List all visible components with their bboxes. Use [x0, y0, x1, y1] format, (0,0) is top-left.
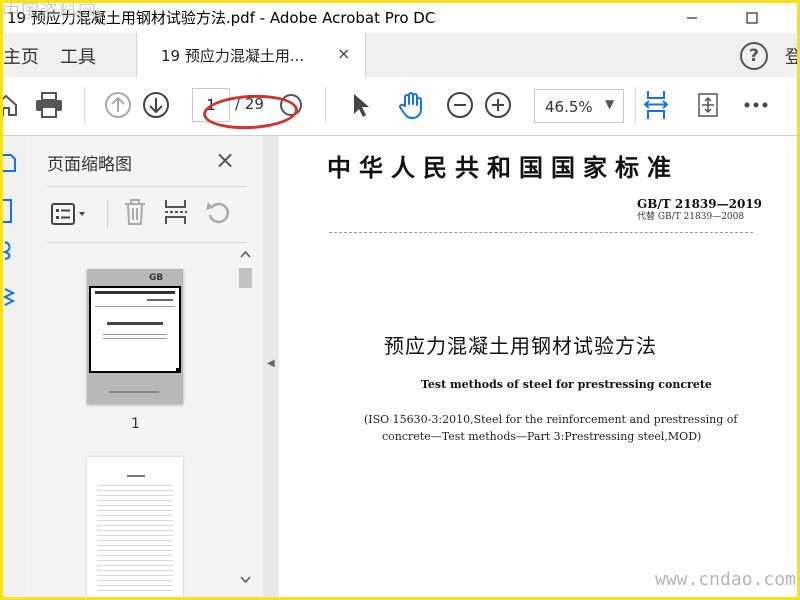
scroll-down-icon[interactable]: [240, 576, 251, 584]
document-title-cn: 预应力混凝土用钢材试验方法: [384, 334, 657, 358]
toolbar-divider: [325, 87, 326, 123]
thumb-text-line: [147, 299, 173, 301]
page-thumbnails-panel: 页面缩略图 × GB 1: [25, 136, 263, 597]
document-tab[interactable]: 19 预应力混凝土用... ×: [136, 33, 366, 77]
close-tab-button[interactable]: ×: [337, 44, 350, 63]
layers-icon[interactable]: [3, 286, 17, 308]
minimize-icon: [687, 17, 697, 19]
document-view[interactable]: 中华人民共和国国家标准 GB/T 21839—2019 代替 GB/T 2183…: [279, 136, 797, 597]
tab-bar: 主页 工具 19 预应力混凝土用... × ? 登: [3, 33, 800, 78]
thumbnail-scrollbar[interactable]: [236, 244, 255, 597]
panel-collapse-handle[interactable]: ◀: [263, 136, 279, 597]
chevron-down-icon: ▼: [605, 97, 615, 111]
page-thumbnail-2[interactable]: [87, 457, 183, 597]
scrollbar-thumb[interactable]: [239, 268, 252, 288]
sign-in-button[interactable]: 登: [785, 43, 800, 69]
toolbar-divider: [84, 87, 85, 123]
thumb-text-line: [103, 334, 167, 335]
collapse-arrow-icon: ◀: [267, 358, 275, 369]
minus-circle-icon: [447, 92, 473, 118]
minimize-button[interactable]: [669, 3, 715, 33]
rotate-icon[interactable]: [205, 198, 233, 226]
thumb-text-line: [103, 338, 167, 339]
menu-tools[interactable]: 工具: [60, 43, 96, 69]
document-tab-label: 19 预应力混凝土用...: [161, 47, 305, 65]
standard-header: 中华人民共和国国家标准: [327, 153, 679, 182]
insert-pages-icon[interactable]: [163, 198, 189, 226]
hand-tool-button[interactable]: [396, 90, 426, 120]
title-bar: 19 预应力混凝土用钢材试验方法.pdf - Adobe Acrobat Pro…: [3, 3, 797, 33]
cursor-arrow-icon: [354, 94, 369, 117]
watermark-bottom: www.cndao.com: [655, 569, 796, 590]
thumb-text-line: [127, 475, 145, 477]
thumb-text-line: [107, 322, 163, 325]
close-panel-button[interactable]: ×: [215, 146, 235, 174]
maximize-button[interactable]: [729, 3, 775, 33]
page-thumbnails-icon[interactable]: [3, 152, 17, 174]
arrow-down-circle-icon: [143, 92, 169, 118]
thumbnail-page-number: 1: [131, 416, 140, 432]
scroll-up-icon[interactable]: [240, 250, 251, 258]
select-tool-button[interactable]: [346, 90, 376, 120]
zoom-value: 46.5%: [545, 98, 593, 116]
previous-page-button[interactable]: [103, 90, 133, 120]
thumb-text-line: [109, 391, 159, 393]
arrow-up-circle-icon: [105, 92, 131, 118]
bookmark-icon[interactable]: [3, 198, 15, 224]
plus-circle-icon: [485, 92, 511, 118]
more-icon: [744, 102, 768, 108]
menu-home[interactable]: 主页: [3, 43, 39, 69]
iso-reference-line-2: concrete—Test methods—Part 3:Prestressin…: [382, 430, 702, 443]
hand-icon: [399, 92, 422, 119]
thumb-text-line: [95, 291, 175, 294]
fit-width-button[interactable]: [641, 90, 671, 120]
panel-divider: [107, 200, 108, 228]
more-tools-button[interactable]: [741, 90, 771, 120]
help-button[interactable]: ?: [740, 42, 768, 70]
iso-reference-line-1: (ISO 15630-3:2010,Steel for the reinforc…: [364, 413, 738, 426]
thumb-toc-lines: [97, 485, 173, 595]
thumb-text-line: [95, 306, 175, 307]
scroll-mode-button[interactable]: [693, 90, 723, 120]
print-button[interactable]: [34, 90, 64, 120]
options-menu-icon[interactable]: [51, 202, 89, 226]
fit-width-icon: [643, 91, 669, 119]
header-rule: [329, 232, 753, 233]
home-icon: [0, 94, 17, 116]
panel-divider: [47, 186, 247, 187]
maximize-icon: [746, 12, 758, 24]
zoom-out-button[interactable]: [445, 90, 475, 120]
zoom-select[interactable]: 46.5% ▼: [534, 89, 624, 123]
toolbar-divider: [635, 87, 636, 123]
home-button[interactable]: [0, 90, 21, 120]
page-thumbnail-1[interactable]: GB: [87, 269, 183, 404]
document-title-en: Test methods of steel for prestressing c…: [421, 378, 712, 391]
zoom-in-button[interactable]: [483, 90, 513, 120]
main-toolbar: 1 / 29 46.5% ▼: [0, 77, 797, 136]
watermark-top: 中国资料网: [2, 2, 97, 23]
next-page-button[interactable]: [141, 90, 171, 120]
page-arrows-icon: [698, 93, 718, 117]
panel-title: 页面缩略图: [47, 155, 132, 175]
navigation-strip: [3, 136, 26, 597]
gb-logo: GB: [149, 273, 164, 283]
printer-icon: [36, 92, 62, 118]
attachment-icon[interactable]: [3, 240, 15, 260]
panel-divider: [47, 242, 247, 243]
thumbnail-list[interactable]: GB 1: [25, 244, 235, 597]
trash-icon[interactable]: [123, 198, 147, 226]
standard-replaces: 代替 GB/T 21839—2008: [637, 212, 745, 222]
thumbnail-viewport: [89, 286, 181, 373]
viewport-handle[interactable]: [176, 368, 181, 373]
